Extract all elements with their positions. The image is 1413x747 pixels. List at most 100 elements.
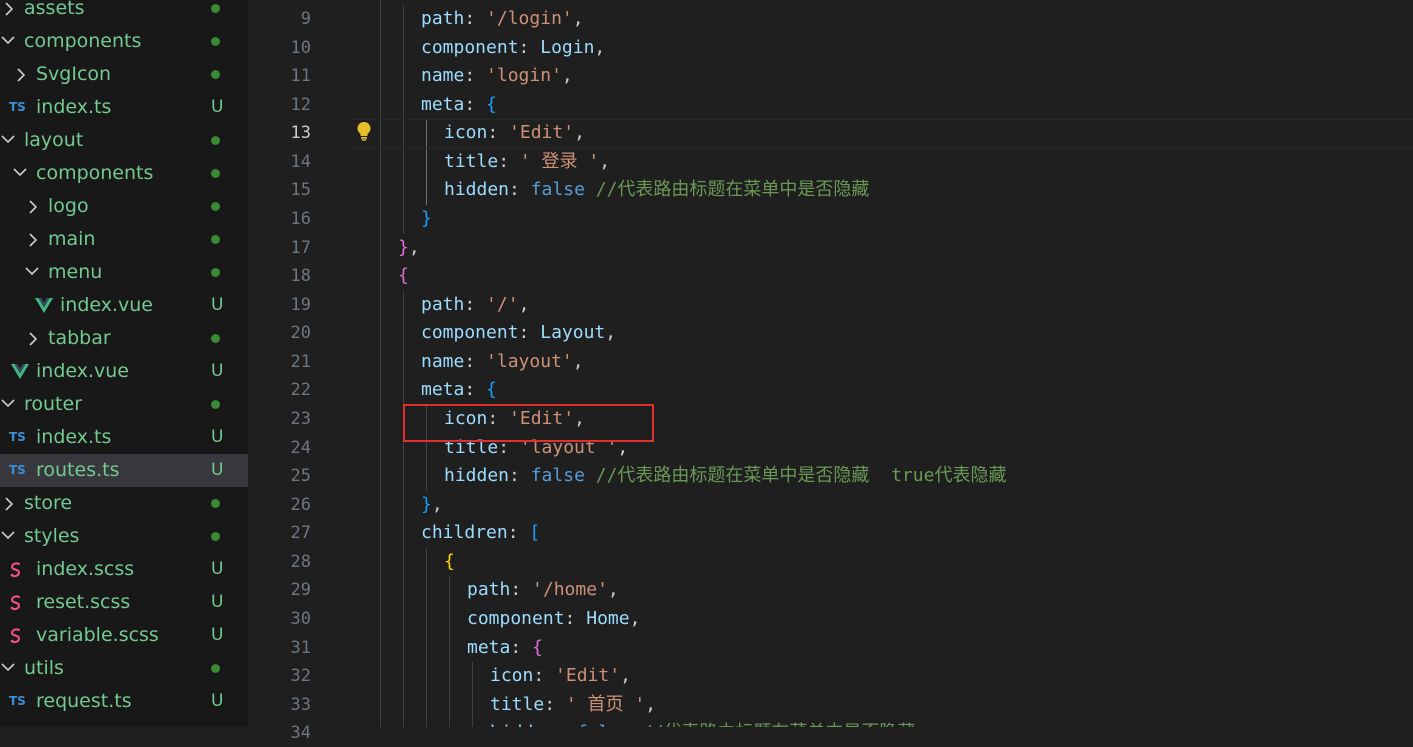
chevron-right-icon[interactable] [16, 58, 30, 91]
explorer-item-utils[interactable]: utils [0, 652, 248, 685]
chevron-right-icon[interactable] [4, 487, 18, 520]
line-number: 24 [290, 437, 311, 458]
code-line: hidden: false //代表路由标题在菜单中是否隐藏 [444, 176, 869, 204]
code-token: component [421, 322, 519, 344]
git-status-dot [211, 268, 220, 277]
code-line: path: '/login', [421, 5, 584, 33]
git-status-dot [211, 499, 220, 508]
code-token: Login [540, 36, 595, 58]
explorer-item-layout[interactable]: layout [0, 124, 248, 157]
code-line: } [421, 205, 432, 233]
code-token: '/' [486, 293, 519, 315]
chevron-right-icon[interactable] [4, 0, 18, 25]
code-editor[interactable]: path: '/login', component: Login, name: 'l… [348, 0, 1413, 727]
explorer-item-routes-ts[interactable]: TS routes.ts U [0, 454, 248, 487]
explorer-item-styles[interactable]: styles [0, 520, 248, 553]
explorer-item-assets[interactable]: assets [0, 0, 248, 25]
code-token: , [605, 322, 617, 344]
explorer-item-label: utils [24, 657, 64, 679]
code-token: ' 登录 ' [519, 150, 600, 172]
chevron-down-icon[interactable] [1, 652, 15, 685]
line-number: 27 [290, 523, 311, 544]
chevron-down-icon[interactable] [25, 256, 39, 289]
code-token: , [431, 493, 443, 515]
git-status-dot [211, 37, 220, 46]
explorer-item-label: variable.scss [36, 624, 159, 646]
code-token: { [444, 550, 455, 572]
explorer-item-label: components [24, 30, 142, 52]
explorer-item-tabbar[interactable]: tabbar [0, 322, 248, 355]
code-token: , [620, 665, 631, 687]
git-status-dot [211, 532, 220, 541]
explorer-item-components[interactable]: components [0, 25, 248, 58]
code-token: hidden [444, 179, 510, 201]
explorer-item-main[interactable]: main [0, 223, 248, 256]
explorer-item-svgicon[interactable]: SvgIcon [0, 58, 248, 91]
explorer-item-label: store [24, 492, 73, 514]
explorer-item-label: styles [24, 525, 80, 547]
explorer-item-label: index.ts [36, 426, 112, 448]
code-line: }, [398, 234, 420, 262]
git-status-badge: U [211, 625, 224, 645]
explorer-item-label: tabbar [48, 327, 111, 349]
explorer-item-store[interactable]: store [0, 487, 248, 520]
code-token: //代表路由标题在菜单中是否隐藏 [642, 722, 916, 727]
line-number: 13 [290, 123, 311, 144]
code-token: : [555, 722, 577, 727]
chevron-down-icon[interactable] [1, 388, 15, 421]
code-token: children [421, 522, 508, 544]
indent-guide [426, 547, 427, 727]
code-line: }, [421, 491, 443, 519]
explorer-item-index-scss[interactable]: index.scss U [0, 553, 248, 586]
line-number: 12 [290, 94, 311, 115]
code-token: , [594, 36, 606, 58]
explorer-item-label: main [48, 228, 96, 250]
typescript-icon: TS [9, 100, 26, 114]
explorer-item-request-ts[interactable]: TS request.ts U [0, 685, 248, 718]
explorer-item-index-vue[interactable]: index.vue U [0, 289, 248, 322]
explorer-item-router[interactable]: router [0, 388, 248, 421]
code-token: , [574, 122, 585, 144]
chevron-down-icon[interactable] [1, 520, 15, 553]
code-token: false [530, 465, 585, 487]
code-token: 'login' [486, 65, 562, 87]
chevron-right-icon[interactable] [28, 322, 42, 355]
line-number: 29 [290, 580, 311, 601]
explorer-item-label: layout [24, 129, 84, 151]
code-line: meta: { [467, 634, 543, 662]
chevron-down-icon[interactable] [1, 124, 15, 157]
code-line: icon: 'Edit', [444, 119, 585, 147]
line-number: 34 [290, 723, 311, 744]
git-status-dot [211, 664, 220, 673]
explorer-item-components[interactable]: components [0, 157, 248, 190]
code-token: '/login' [486, 8, 573, 29]
chevron-down-icon[interactable] [13, 157, 27, 190]
code-token: : [464, 350, 487, 372]
chevron-right-icon[interactable] [28, 223, 42, 256]
git-status-dot [211, 202, 220, 211]
explorer-item-index-ts[interactable]: TS index.ts U [0, 91, 248, 124]
code-token: Layout [540, 322, 606, 344]
code-token: 'layout' [486, 350, 573, 372]
explorer-item-menu[interactable]: menu [0, 256, 248, 289]
explorer-item-label: index.vue [36, 360, 129, 382]
code-token: hidden [490, 722, 555, 727]
explorer-item-reset-scss[interactable]: reset.scss U [0, 586, 248, 619]
code-token: : [509, 179, 531, 201]
chevron-down-icon[interactable] [1, 25, 15, 58]
explorer-item-logo[interactable]: logo [0, 190, 248, 223]
typescript-icon: TS [9, 430, 26, 444]
code-line: component: Home, [467, 605, 640, 633]
code-token: '/home' [532, 579, 608, 601]
explorer-item-variable-scss[interactable]: variable.scss U [0, 619, 248, 652]
chevron-right-icon[interactable] [28, 190, 42, 223]
line-number: 25 [290, 466, 311, 487]
line-number: 33 [290, 694, 311, 715]
explorer-item-index-ts[interactable]: TS index.ts U [0, 421, 248, 454]
explorer-item-index-vue[interactable]: index.vue U [0, 355, 248, 388]
typescript-icon: TS [9, 694, 26, 708]
code-token: false [530, 179, 585, 201]
git-status-badge: U [211, 97, 224, 117]
code-token: name [421, 65, 465, 87]
